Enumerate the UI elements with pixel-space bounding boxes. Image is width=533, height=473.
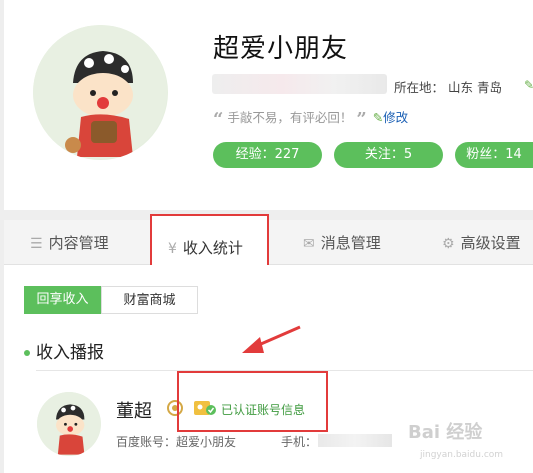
verify-link[interactable]: 已认证账号信息 (221, 401, 305, 418)
tab-message-management[interactable]: ✉ 消息管理 (303, 220, 381, 264)
user-avatar[interactable] (37, 392, 101, 456)
bullet-icon (24, 350, 30, 356)
edit-label: 修改 (383, 110, 409, 125)
tab-income-stats[interactable]: ¥ 收入统计 (150, 214, 269, 267)
redacted-phone (318, 434, 392, 447)
profile-avatar[interactable] (33, 25, 168, 160)
location-info: 所在地： 山东 青岛 (394, 77, 502, 96)
cartoon-avatar-illustration (33, 25, 167, 159)
tab-advanced-settings[interactable]: ⚙ 高级设置 (442, 220, 521, 264)
open-quote-icon: “ (213, 109, 224, 130)
verified-id-icon (194, 401, 216, 415)
motto-text: 手敲不易，有评必回！ (227, 110, 353, 125)
phone-label: 手机： (281, 435, 318, 449)
edit-pen-icon[interactable]: ✎ (524, 78, 533, 92)
watermark-url: jingyan.baidu.com (420, 450, 504, 460)
close-quote-icon: ” (356, 109, 367, 130)
subtab-wealth-mall[interactable]: 财富商城 (101, 286, 198, 314)
location-value: 山东 青岛 (448, 80, 502, 95)
tab-label: 内容管理 (48, 234, 109, 252)
tab-income-stats-inner: ¥ 收入统计 (168, 225, 243, 269)
tab-label: 消息管理 (320, 234, 381, 252)
tab-label: 高级设置 (460, 234, 521, 252)
gear-icon: ⚙ (442, 236, 455, 252)
motto-row: “ 手敲不易，有评必回！ ” ✎修改 (213, 107, 408, 130)
pen-icon: ✎ (372, 110, 384, 125)
redacted-info (212, 74, 387, 94)
baidu-account: 百度账号：超爱小朋友 (116, 435, 237, 449)
yen-icon: ¥ (168, 241, 177, 257)
tab-content-management[interactable]: ☰ 内容管理 (30, 220, 109, 264)
watermark-logo: Bai 经验 (408, 422, 483, 443)
list-icon: ☰ (30, 236, 43, 252)
experience-pill[interactable]: 经验：227 (213, 142, 322, 168)
user-name: 董超 (116, 401, 152, 422)
mail-icon: ✉ (303, 236, 315, 252)
annotation-arrow-icon (242, 325, 301, 353)
tab-label: 收入统计 (182, 239, 243, 257)
section-heading: 收入播报 (24, 338, 104, 363)
following-pill[interactable]: 关注：5 (334, 142, 443, 168)
cartoon-avatar-illustration (37, 392, 101, 456)
followers-pill[interactable]: 粉丝：14 (455, 142, 533, 168)
section-title: 收入播报 (36, 343, 104, 363)
subtab-shared-income[interactable]: 回享收入 (24, 286, 101, 314)
location-label: 所在地： (394, 80, 445, 95)
motto-edit-link[interactable]: ✎修改 (373, 110, 409, 125)
profile-name: 超爱小朋友 (213, 34, 349, 64)
